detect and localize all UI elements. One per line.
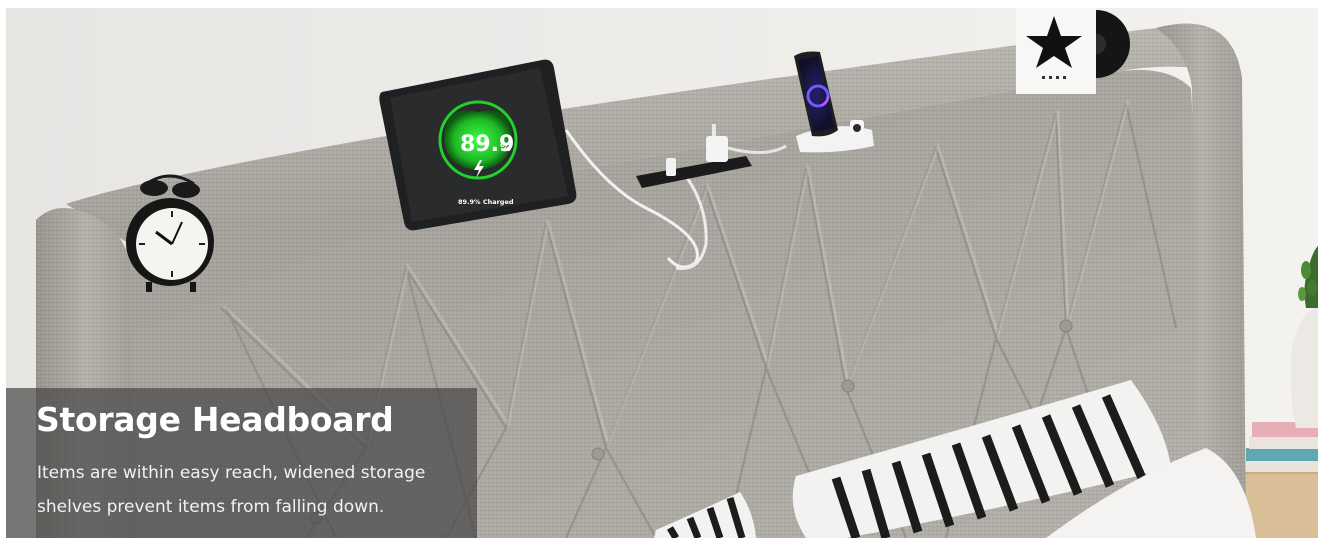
- percent-sign: %: [500, 141, 511, 154]
- charge-status: 89.9% Charged: [458, 198, 514, 206]
- caption-title: Storage Headboard: [36, 400, 394, 439]
- usb-charger: [706, 136, 728, 162]
- caption-description: Items are within easy reach, widened sto…: [37, 463, 426, 517]
- nightstand: [1244, 468, 1318, 538]
- product-image: 89.9 % 89.9% Charged Storage Headboard I…: [6, 8, 1318, 538]
- books: [1244, 422, 1318, 472]
